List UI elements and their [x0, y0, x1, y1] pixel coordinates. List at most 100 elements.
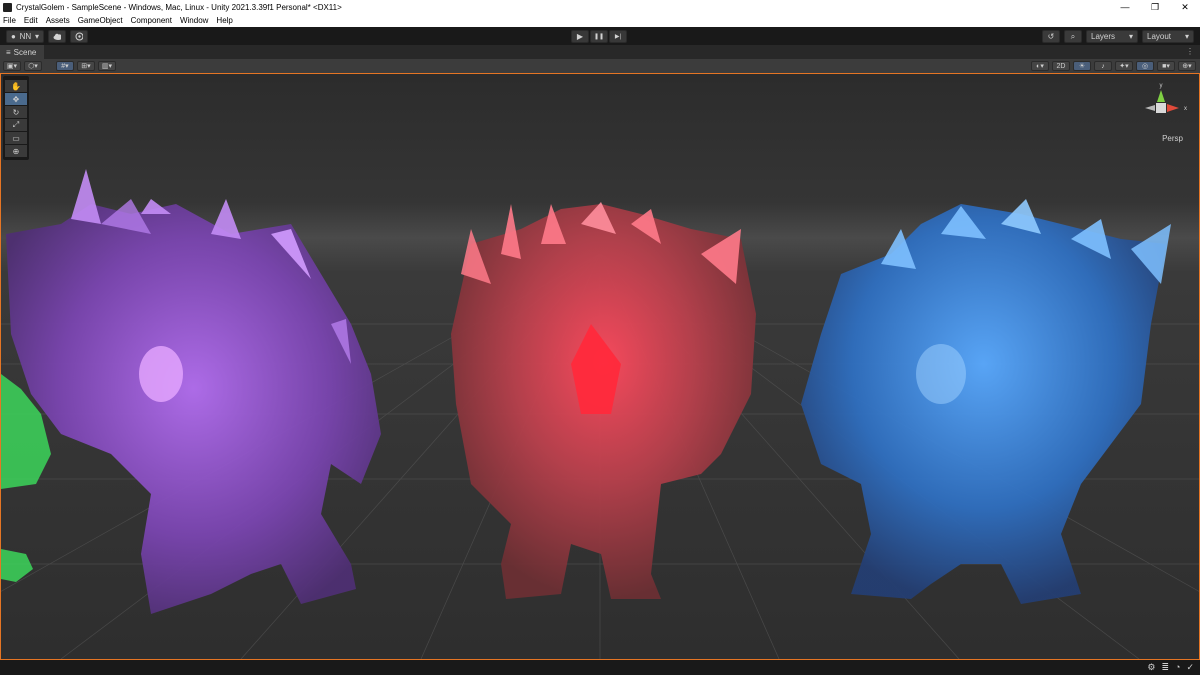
menu-bar: File Edit Assets GameObject Component Wi…: [0, 14, 1200, 27]
check-icon[interactable]: ✓: [1186, 662, 1194, 673]
scene-viewport[interactable]: ✋ ✥ ↻ ⤢ ▭ ⊕ y x Persp: [0, 73, 1200, 660]
menu-component[interactable]: Component: [131, 16, 172, 25]
y-axis-cone[interactable]: [1157, 90, 1165, 102]
scale-tool-button[interactable]: ⤢: [5, 119, 27, 131]
pause-button[interactable]: ❚❚: [590, 30, 608, 43]
grid-icon: #▾: [61, 63, 69, 70]
audio-toggle[interactable]: ♪: [1094, 61, 1112, 71]
menu-window[interactable]: Window: [180, 16, 208, 25]
tab-menu-icon[interactable]: ⋮: [1186, 47, 1194, 56]
ruler-dropdown[interactable]: ▥▾: [98, 61, 116, 71]
step-button[interactable]: ▶|: [609, 30, 627, 43]
lighting-toggle[interactable]: ☀: [1073, 61, 1091, 71]
ruler-icon: ▥▾: [101, 63, 113, 70]
hidden-objects-toggle[interactable]: ◎: [1136, 61, 1154, 71]
play-icon: ▶: [576, 32, 584, 41]
rotate-icon: ↻: [12, 107, 20, 117]
search-button[interactable]: ⌕: [1064, 30, 1082, 43]
scene-toolbar-right: ◐▾ 2D ☀ ♪ ✦▾ ◎ ■▾ ⊕▾: [1028, 61, 1196, 71]
rotate-tool-button[interactable]: ↻: [5, 106, 27, 118]
effects-dropdown[interactable]: ✦▾: [1115, 61, 1133, 71]
gizmos-icon: ⊕▾: [1182, 63, 1192, 70]
cache-icon[interactable]: ≣: [1161, 662, 1169, 673]
transform-icon: ⊕: [12, 146, 20, 156]
hand-tool-button[interactable]: ✋: [5, 80, 27, 92]
status-icons: ⚙ ≣ ◔ ✓: [1147, 662, 1194, 673]
search-icon: ⌕: [1070, 31, 1076, 41]
orientation-gizmo[interactable]: y x: [1131, 78, 1191, 138]
chevron-down-icon: ▾: [1184, 32, 1189, 41]
playmode-controls: ▶ ❚❚ ▶|: [571, 30, 628, 43]
layers-label: Layers: [1091, 32, 1116, 41]
x-axis-label: x: [1184, 106, 1187, 112]
gizmos-dropdown[interactable]: ⊕▾: [1178, 61, 1196, 71]
cube-icon: ⬡▾: [28, 63, 38, 70]
neg-x-axis-cone[interactable]: [1145, 105, 1155, 111]
visibility-icon: ◎: [1141, 63, 1149, 70]
projection-label[interactable]: Persp: [1162, 134, 1183, 143]
status-bar: ⚙ ≣ ◔ ✓: [0, 660, 1200, 675]
mode-2d-label: 2D: [1056, 62, 1066, 70]
menu-help[interactable]: Help: [216, 16, 232, 25]
transform-tool-button[interactable]: ⊕: [5, 145, 27, 157]
scale-icon: ⤢: [12, 120, 20, 129]
tool-palette: ✋ ✥ ↻ ⤢ ▭ ⊕: [3, 76, 29, 160]
scene-view-toolbar: ▣▾ ⬡▾ #▾ ⊞▾ ▥▾ ◐▾ 2D ☀ ♪ ✦▾ ◎ ■▾ ⊕▾: [0, 59, 1200, 73]
sphere-icon: ◐▾: [1036, 63, 1044, 70]
move-tool-button[interactable]: ✥: [5, 93, 27, 105]
draw-mode-dropdown[interactable]: ▣▾: [3, 61, 21, 71]
chevron-down-icon: ▾: [34, 31, 39, 41]
camera-icon: ■▾: [1162, 63, 1170, 70]
main-toolbar: ● NN ▾ ▶ ❚❚ ▶| ↺ ⌕ Layers ▾ Layout ▾: [0, 27, 1200, 45]
global-local-dropdown[interactable]: ⬡▾: [24, 61, 42, 71]
snap-increment-dropdown[interactable]: ⊞▾: [77, 61, 95, 71]
layout-label: Layout: [1147, 32, 1172, 41]
effects-icon: ✦▾: [1119, 63, 1129, 70]
account-icon: ●: [11, 31, 16, 41]
x-axis-cone[interactable]: [1167, 104, 1179, 112]
snap-icon: ⊞▾: [81, 63, 91, 70]
unity-logo-icon: [3, 2, 12, 12]
scene-render: [1, 74, 1199, 659]
debug-icon[interactable]: ⚙: [1147, 662, 1155, 673]
y-axis-label: y: [1160, 83, 1163, 89]
pause-icon: ❚❚: [593, 34, 605, 40]
tab-scene-label: Scene: [13, 48, 37, 57]
progress-icon[interactable]: ◔: [1175, 662, 1180, 673]
render-mode-dropdown[interactable]: ◐▾: [1031, 61, 1049, 71]
scene-tab-icon: ≡: [6, 48, 11, 57]
center-cube[interactable]: [1156, 103, 1166, 113]
layers-dropdown[interactable]: Layers ▾: [1086, 30, 1138, 43]
audio-icon: ♪: [1101, 62, 1105, 70]
hand-icon: ✋: [11, 81, 21, 91]
undo-history-button[interactable]: ↺: [1042, 30, 1060, 43]
menu-edit[interactable]: Edit: [24, 16, 38, 25]
shaded-icon: ▣▾: [6, 63, 18, 70]
camera-dropdown[interactable]: ■▾: [1157, 61, 1175, 71]
step-icon: ▶|: [614, 34, 622, 40]
layout-dropdown[interactable]: Layout ▾: [1142, 30, 1194, 43]
move-icon: ✥: [12, 94, 20, 104]
menu-assets[interactable]: Assets: [46, 16, 70, 25]
scene-tab-bar: ≡ Scene ⋮: [0, 45, 1200, 59]
mode-2d-button[interactable]: 2D: [1052, 61, 1070, 71]
menu-gameobject[interactable]: GameObject: [78, 16, 123, 25]
account-dropdown[interactable]: ● NN ▾: [6, 29, 44, 43]
window-title: CrystalGolem - SampleScene - Windows, Ma…: [16, 2, 342, 12]
grid-snap-dropdown[interactable]: #▾: [56, 61, 74, 71]
play-button[interactable]: ▶: [571, 30, 589, 43]
toolbar-right: ↺ ⌕ Layers ▾ Layout ▾: [1042, 30, 1194, 43]
maximize-button[interactable]: ❐: [1140, 0, 1170, 14]
close-button[interactable]: ✕: [1170, 0, 1200, 14]
collab-button[interactable]: [70, 29, 88, 43]
tab-scene[interactable]: ≡ Scene: [0, 45, 45, 59]
history-icon: ↺: [1047, 32, 1055, 41]
cloud-button[interactable]: [48, 29, 66, 43]
window-titlebar: CrystalGolem - SampleScene - Windows, Ma…: [0, 0, 1200, 14]
menu-file[interactable]: File: [3, 16, 16, 25]
account-label: NN: [19, 31, 32, 41]
rect-tool-button[interactable]: ▭: [5, 132, 27, 144]
light-icon: ☀: [1078, 63, 1086, 70]
chevron-down-icon: ▾: [1128, 32, 1133, 41]
minimize-button[interactable]: —: [1110, 0, 1140, 14]
